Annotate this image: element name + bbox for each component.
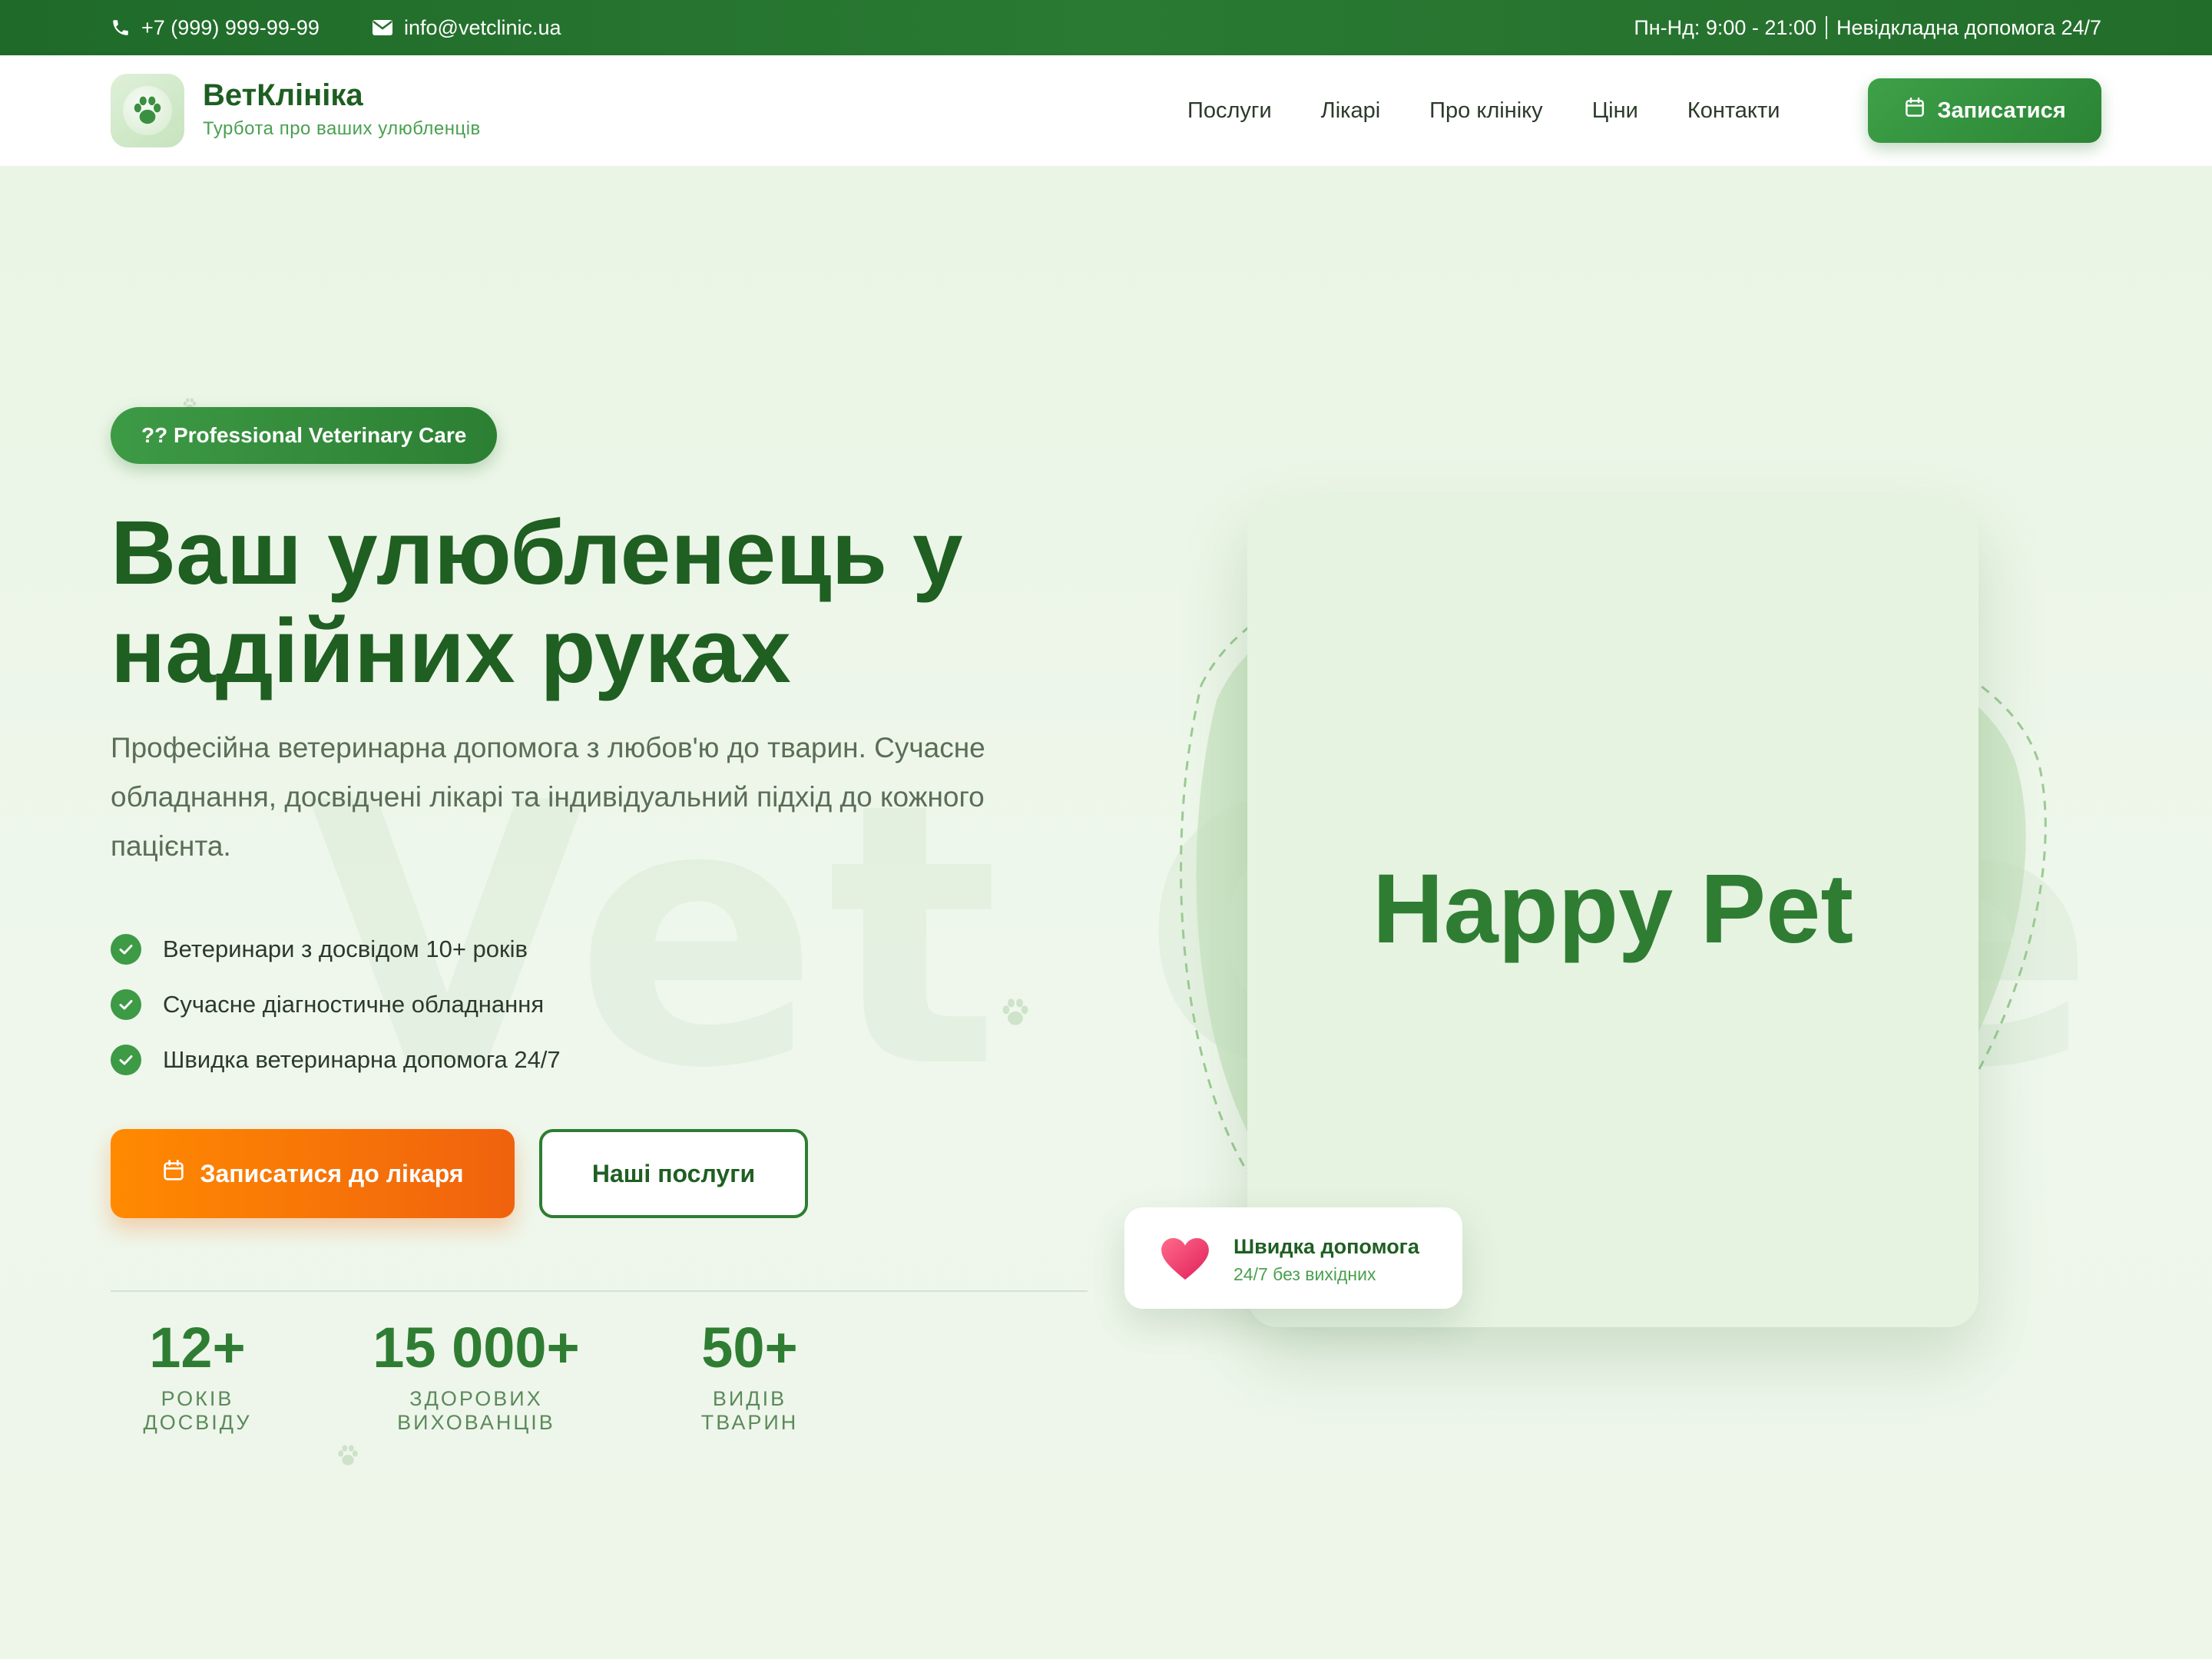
our-services-button[interactable]: Наші послуги bbox=[539, 1129, 808, 1218]
stat-experience: 12+ РОКІВ ДОСВІДУ bbox=[111, 1315, 284, 1435]
book-doctor-button[interactable]: Записатися до лікаря bbox=[111, 1129, 515, 1218]
hours-separator bbox=[1826, 16, 1827, 39]
paw-icon bbox=[338, 1445, 358, 1465]
nav-item-doctors[interactable]: Лікарі bbox=[1321, 98, 1381, 124]
feature-text: Ветеринари з досвідом 10+ років bbox=[163, 935, 528, 962]
phone-number: +7 (999) 999-99-99 bbox=[141, 15, 320, 39]
calendar-icon bbox=[1903, 96, 1926, 125]
emergency-text: Невідкладна допомога 24/7 bbox=[1836, 15, 2101, 39]
email-address: info@vetclinic.ua bbox=[404, 15, 561, 39]
logo[interactable] bbox=[111, 74, 184, 147]
book-doctor-label: Записатися до лікаря bbox=[200, 1159, 464, 1187]
feature-text: Швидка ветеринарна допомога 24/7 bbox=[163, 1046, 561, 1073]
hero-badge: ?? Professional Veterinary Care bbox=[111, 407, 498, 464]
stat-value: 50+ bbox=[701, 1316, 798, 1379]
help-card-subtitle: 24/7 без вихідних bbox=[1233, 1264, 1376, 1284]
pet-image-card: Happy Pet bbox=[1247, 498, 1979, 1327]
stat-value: 15 000+ bbox=[373, 1316, 580, 1379]
brand-name[interactable]: ВетКлініка bbox=[203, 78, 363, 113]
nav-item-prices[interactable]: Ціни bbox=[1592, 98, 1638, 124]
list-item: Ветеринари з досвідом 10+ років bbox=[111, 922, 561, 977]
main-nav: Послуги Лікарі Про клініку Ціни Контакти bbox=[1187, 55, 1780, 166]
phone-contact[interactable]: +7 (999) 999-99-99 bbox=[111, 0, 320, 55]
help-card-title: Швидка допомога bbox=[1233, 1235, 1419, 1258]
feature-text: Сучасне діагностичне обладнання bbox=[163, 991, 545, 1018]
headline-line-2: надійних руках bbox=[111, 601, 791, 702]
check-icon bbox=[111, 1045, 141, 1075]
emergency-help-card[interactable]: Швидка допомога 24/7 без вихідних bbox=[1124, 1207, 1462, 1309]
stat-value: 12+ bbox=[149, 1316, 246, 1379]
stat-pets: 15 000+ ЗДОРОВИХ ВИХОВАНЦІВ bbox=[339, 1315, 613, 1435]
pet-image-text: Happy Pet bbox=[1373, 853, 1853, 964]
nav-item-about[interactable]: Про клініку bbox=[1429, 98, 1543, 124]
nav-item-services[interactable]: Послуги bbox=[1187, 98, 1272, 124]
mail-icon bbox=[372, 18, 393, 37]
email-contact[interactable]: info@vetclinic.ua bbox=[372, 0, 561, 55]
stat-species: 50+ ВИДІВ ТВАРИН bbox=[667, 1315, 833, 1435]
paw-icon bbox=[1002, 998, 1028, 1025]
stat-label: ЗДОРОВИХ ВИХОВАНЦІВ bbox=[397, 1387, 555, 1434]
hero-subtitle: Професійна ветеринарна допомога з любов'… bbox=[111, 732, 985, 862]
top-info-bar: +7 (999) 999-99-99 info@vetclinic.ua Пн-… bbox=[0, 0, 2212, 55]
check-icon bbox=[111, 989, 141, 1020]
site-header: ВетКлініка Турбота про ваших улюбленців … bbox=[0, 55, 2212, 166]
headline-line-1: Ваш улюбленець у bbox=[111, 502, 963, 604]
hero-section: Vet Care ?? Professional Veterinary Care… bbox=[0, 166, 2212, 1659]
nav-item-contacts[interactable]: Контакти bbox=[1687, 98, 1780, 124]
heart-icon bbox=[1161, 1238, 1209, 1285]
stat-label: ВИДІВ ТВАРИН bbox=[700, 1387, 799, 1434]
book-appointment-label: Записатися bbox=[1937, 98, 2066, 123]
hero-headline: Ваш улюбленець у надійних руках bbox=[111, 504, 1109, 700]
book-appointment-button[interactable]: Записатися bbox=[1868, 78, 2101, 143]
stat-label: РОКІВ ДОСВІДУ bbox=[143, 1387, 252, 1434]
hours-text: Пн-Нд: 9:00 - 21:00 bbox=[1634, 15, 1816, 39]
list-item: Сучасне діагностичне обладнання bbox=[111, 977, 561, 1032]
phone-icon bbox=[111, 18, 131, 38]
calendar-icon bbox=[161, 1158, 186, 1189]
opening-hours: Пн-Нд: 9:00 - 21:00 Невідкладна допомога… bbox=[1634, 0, 2101, 55]
stats-divider bbox=[111, 1290, 1088, 1292]
list-item: Швидка ветеринарна допомога 24/7 bbox=[111, 1032, 561, 1088]
brand-tagline: Турбота про ваших улюбленців bbox=[203, 118, 481, 139]
check-icon bbox=[111, 934, 141, 965]
feature-list: Ветеринари з досвідом 10+ років Сучасне … bbox=[111, 922, 561, 1088]
paw-icon bbox=[123, 86, 172, 135]
